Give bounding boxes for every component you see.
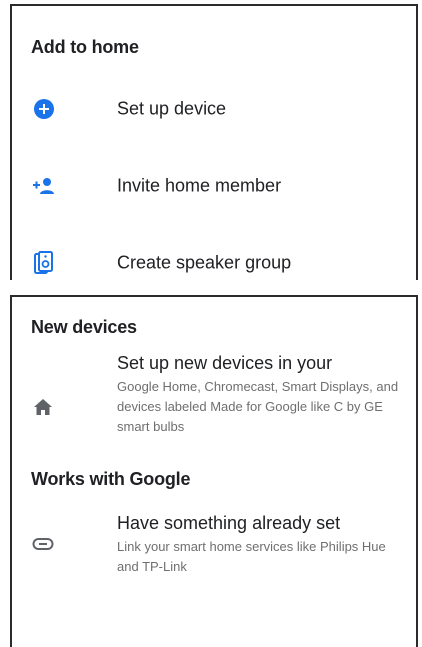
create-speaker-group-item[interactable]: Create speaker group: [12, 235, 416, 291]
have-something-set-item[interactable]: Have something already set Link your sma…: [12, 513, 416, 593]
link-icon: [31, 532, 55, 556]
home-icon: [31, 395, 55, 419]
add-to-home-panel: Add to home Set up device Invite home me…: [10, 4, 418, 280]
have-something-set-title: Have something already set: [117, 513, 341, 533]
new-devices-title: New devices: [31, 317, 137, 337]
invite-home-member-item[interactable]: Invite home member: [12, 158, 416, 214]
discover-panel: New devices Set up new devices in your G…: [10, 295, 418, 647]
set-up-new-devices-title: Set up new devices in your: [117, 353, 333, 373]
set-up-new-devices-description: Google Home, Chromecast, Smart Displays,…: [117, 379, 399, 434]
add-to-home-title: Add to home: [31, 37, 139, 57]
works-with-google-title: Works with Google: [31, 469, 191, 489]
create-speaker-group-label: Create speaker group: [117, 252, 292, 273]
person-add-icon: [32, 174, 56, 198]
have-something-set-description: Link your smart home services like Phili…: [117, 539, 386, 574]
speaker-group-icon: [32, 251, 56, 275]
set-up-new-devices-item[interactable]: Set up new devices in your Google Home, …: [12, 351, 416, 461]
invite-home-member-label: Invite home member: [117, 175, 282, 196]
set-up-device-label: Set up device: [117, 98, 227, 119]
add-circle-icon: [32, 97, 56, 121]
set-up-device-item[interactable]: Set up device: [12, 81, 416, 137]
